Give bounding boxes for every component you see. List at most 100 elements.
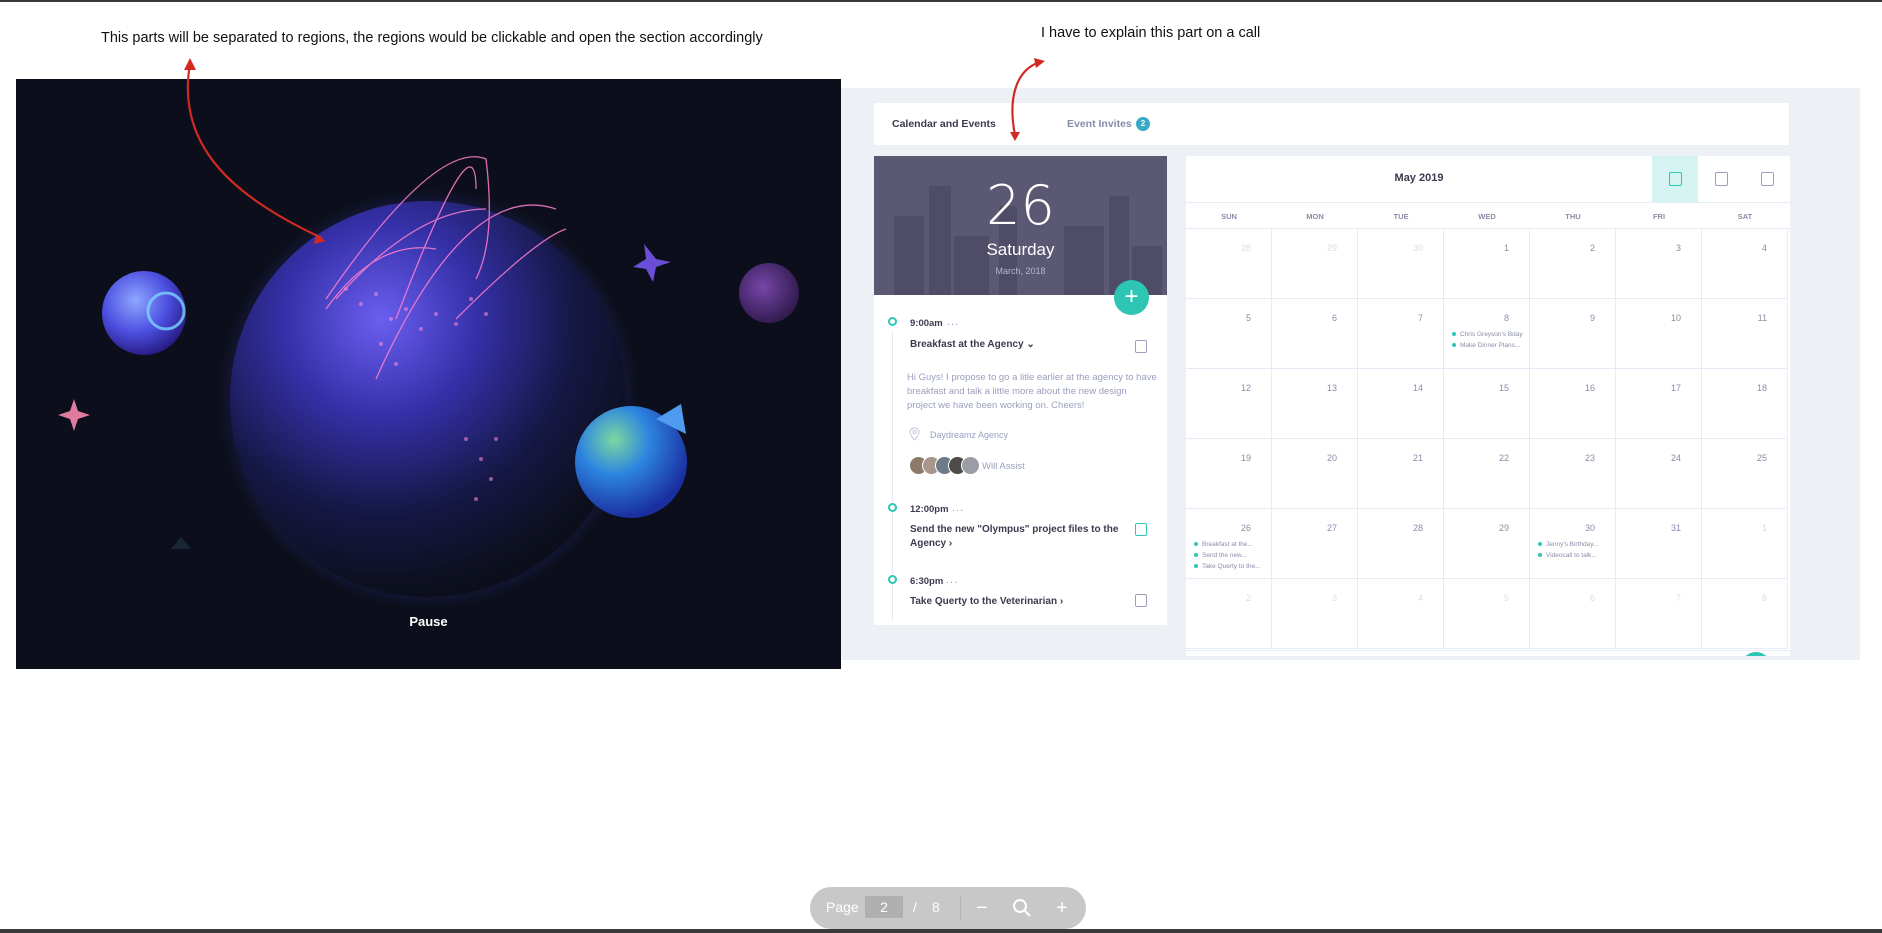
- calendar-day-number: 16: [1584, 383, 1595, 393]
- calendar-cell-event[interactable]: Breakfast at the...: [1194, 541, 1253, 548]
- calendar-day-cell[interactable]: 28: [1186, 229, 1272, 299]
- calendar-cell-event[interactable]: Take Querty to the...: [1194, 563, 1261, 570]
- magnifier-icon[interactable]: [1010, 896, 1034, 920]
- calendar-day-cell[interactable]: 19: [1186, 439, 1272, 509]
- calendar-day-cell[interactable]: 3: [1272, 579, 1358, 649]
- calendar-day-cell[interactable]: 15: [1444, 369, 1530, 439]
- calendar-day-cell[interactable]: 25: [1702, 439, 1788, 509]
- calendar-day-cell[interactable]: 21: [1358, 439, 1444, 509]
- tab-calendar-and-events[interactable]: Calendar and Events: [892, 118, 996, 130]
- calendar-day-cell[interactable]: 8: [1702, 579, 1788, 649]
- calendar-week-icon: [1715, 172, 1728, 186]
- calendar-day-number: 6: [1589, 593, 1595, 603]
- calendar-day-number: 18: [1756, 383, 1767, 393]
- weekday-label: MON: [1306, 212, 1324, 221]
- hero-panel[interactable]: Pause: [16, 79, 841, 669]
- calendar-day-icon: [1761, 172, 1774, 186]
- calendar-day-cell[interactable]: 11: [1702, 299, 1788, 369]
- invites-count-badge: 2: [1136, 117, 1150, 131]
- calendar-cell-event[interactable]: Make Dinner Plans...: [1452, 342, 1520, 349]
- calendar-day-number: 28: [1412, 523, 1423, 533]
- calendar-icon[interactable]: [1135, 340, 1147, 353]
- more-options-icon[interactable]: ...: [946, 574, 958, 586]
- calendar-icon[interactable]: [1135, 594, 1147, 607]
- pause-button[interactable]: Pause: [16, 614, 841, 629]
- arrowhead-right-top: [1034, 58, 1045, 68]
- zoom-in-button[interactable]: +: [1050, 896, 1074, 920]
- calendar-day-number: 20: [1326, 453, 1337, 463]
- calendar-day-number: 21: [1412, 453, 1423, 463]
- page-number-input[interactable]: [865, 896, 903, 918]
- month-view-button[interactable]: [1652, 156, 1698, 202]
- calendar-day-cell[interactable]: 6: [1272, 299, 1358, 369]
- page-separator: /: [913, 899, 917, 915]
- calendar-day-cell[interactable]: 7: [1358, 299, 1444, 369]
- day-view-button[interactable]: [1744, 156, 1790, 202]
- calendar-day-cell[interactable]: 29: [1272, 229, 1358, 299]
- calendar-day-number: 11: [1757, 313, 1767, 323]
- tab-event-invites[interactable]: Event Invites: [1067, 118, 1132, 130]
- calendar-day-cell[interactable]: 28: [1358, 509, 1444, 579]
- calendar-day-cell[interactable]: 30 Jenny's Birthday... Videocall to talk..…: [1530, 509, 1616, 579]
- calendar-day-number: 24: [1670, 453, 1681, 463]
- calendar-day-cell[interactable]: 27: [1272, 509, 1358, 579]
- calendar-day-cell[interactable]: 23: [1530, 439, 1616, 509]
- calendar-day-number: 31: [1670, 523, 1681, 533]
- calendar-day-cell[interactable]: 16: [1530, 369, 1616, 439]
- calendar-cell-event[interactable]: Jenny's Birthday...: [1538, 541, 1598, 548]
- zoom-out-button[interactable]: −: [970, 896, 994, 920]
- calendar-day-cell[interactable]: 9: [1530, 299, 1616, 369]
- calendar-day-cell[interactable]: 30: [1358, 229, 1444, 299]
- calendar-day-cell[interactable]: 10: [1616, 299, 1702, 369]
- calendar-day-cell[interactable]: 5: [1186, 299, 1272, 369]
- calendar-day-cell[interactable]: 6: [1530, 579, 1616, 649]
- calendar-day-cell[interactable]: 24: [1616, 439, 1702, 509]
- event-description: Hi Guys! I propose to go a litle earlier…: [907, 372, 1157, 411]
- calendar-day-cell[interactable]: 31: [1616, 509, 1702, 579]
- calendar-day-number: 27: [1326, 523, 1337, 533]
- calendar-day-cell[interactable]: 8 Chris Greyson's Bday Make Dinner Plans..…: [1444, 299, 1530, 369]
- event-title[interactable]: Breakfast at the Agency ⌄: [910, 338, 1120, 352]
- page-label: Page: [826, 899, 859, 915]
- calendar-day-number: 28: [1240, 243, 1251, 253]
- calendar-check-icon[interactable]: [1135, 523, 1147, 536]
- calendar-day-cell[interactable]: 17: [1616, 369, 1702, 439]
- floating-action-button[interactable]: [1741, 652, 1771, 656]
- calendar-day-cell[interactable]: 1: [1702, 509, 1788, 579]
- calendar-day-number: 3: [1675, 243, 1681, 253]
- calendar-day-cell[interactable]: 2: [1530, 229, 1616, 299]
- calendar-day-cell[interactable]: 22: [1444, 439, 1530, 509]
- event-title[interactable]: Send the new "Olympus" project files to …: [910, 523, 1120, 551]
- calendar-day-cell[interactable]: 13: [1272, 369, 1358, 439]
- calendar-cell-event[interactable]: Chris Greyson's Bday: [1452, 331, 1523, 338]
- calendar-day-cell[interactable]: 1: [1444, 229, 1530, 299]
- timeline-dot: [888, 575, 897, 584]
- more-options-icon[interactable]: ...: [947, 316, 959, 328]
- calendar-day-cell[interactable]: 18: [1702, 369, 1788, 439]
- calendar-day-cell[interactable]: 12: [1186, 369, 1272, 439]
- calendar-day-cell[interactable]: 14: [1358, 369, 1444, 439]
- selected-day-number: 26: [986, 174, 1055, 237]
- calendar-day-cell[interactable]: 5: [1444, 579, 1530, 649]
- selected-weekday: Saturday: [986, 240, 1055, 259]
- calendar-day-cell[interactable]: 7: [1616, 579, 1702, 649]
- calendar-day-cell[interactable]: 26 Breakfast at the... Send the new... Take…: [1186, 509, 1272, 579]
- calendar-cell-event[interactable]: Videocall to talk...: [1538, 552, 1597, 559]
- week-view-button[interactable]: [1698, 156, 1744, 202]
- calendar-day-cell[interactable]: 20: [1272, 439, 1358, 509]
- pager-divider: [960, 895, 961, 921]
- more-options-icon[interactable]: ...: [952, 502, 964, 514]
- calendar-day-cell[interactable]: 4: [1358, 579, 1444, 649]
- calendar-day-cell[interactable]: 3: [1616, 229, 1702, 299]
- calendar-day-number: 10: [1670, 313, 1681, 323]
- calendar-day-cell[interactable]: 2: [1186, 579, 1272, 649]
- month-title: May 2019: [1394, 172, 1444, 184]
- calendar-day-cell[interactable]: 4: [1702, 229, 1788, 299]
- calendar-cell-event[interactable]: Send the new...: [1194, 552, 1247, 559]
- calendar-day-number: 22: [1498, 453, 1509, 463]
- add-event-button[interactable]: +: [1114, 280, 1149, 315]
- event-title[interactable]: Take Querty to the Veterinarian ›: [910, 595, 1120, 609]
- calendar-day-cell[interactable]: 29: [1444, 509, 1530, 579]
- event-time: 12:00pm: [910, 504, 949, 515]
- calendar-day-number: 3: [1331, 593, 1337, 603]
